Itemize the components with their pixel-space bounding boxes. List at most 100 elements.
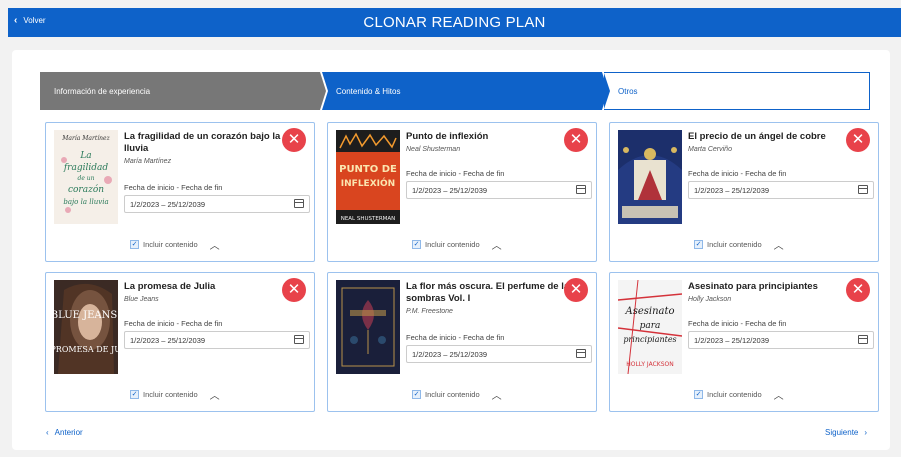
include-content-checkbox[interactable]: ✓ [412,390,421,399]
include-content-toggle: ✓ Incluir contenido ︿ [130,237,220,252]
cover-title-text: LA PROMESA DE JULIA [54,345,118,354]
date-range-field[interactable]: 1/2/2023 – 25/12/2039 [406,181,592,199]
book-title: Asesinato para principiantes Holly Jacks… [688,281,858,306]
book-cover: Asesinato para principiantes HOLLY JACKS… [618,280,682,374]
book-title: La fragilidad de un corazón bajo la lluv… [124,131,294,168]
book-title-text: La fragilidad de un corazón bajo la lluv… [124,131,281,154]
book-card: BLUE JEANS LA PROMESA DE JULIA La promes… [45,272,315,412]
date-range-label: Fecha de inicio - Fecha de fin [124,183,223,192]
svg-text:principiantes: principiantes [623,335,676,344]
include-content-label: Incluir contenido [707,240,762,249]
date-range-label: Fecha de inicio - Fecha de fin [688,319,787,328]
date-range-value: 1/2/2023 – 25/12/2039 [130,200,206,209]
include-content-toggle: ✓ Incluir contenido ︿ [412,237,502,252]
svg-text:corazón: corazón [68,184,104,195]
book-author: Holly Jackson [688,296,732,303]
remove-book-button[interactable]: ✕ [564,128,588,152]
date-range-field[interactable]: 1/2/2023 – 25/12/2039 [124,331,310,349]
calendar-icon[interactable] [294,335,304,344]
calendar-icon[interactable] [858,185,868,194]
date-range-field[interactable]: 1/2/2023 – 25/12/2039 [688,331,874,349]
svg-text:fragilidad: fragilidad [63,163,109,173]
book-title-text: La promesa de Julia [124,281,216,292]
book-card: María Martínez La fragilidad de un coraz… [45,122,315,262]
previous-label: Anterior [54,428,83,437]
date-range-label: Fecha de inicio - Fecha de fin [406,333,505,342]
book-author: María Martínez [124,158,172,165]
include-content-label: Incluir contenido [425,390,480,399]
chevron-up-icon[interactable]: ︿ [210,237,220,252]
book-title-text: Punto de inflexión [406,131,489,142]
book-title: El precio de un ángel de cobre Marta Cer… [688,131,858,156]
book-author: Blue Jeans [124,296,159,303]
svg-text:PUNTO DE: PUNTO DE [339,164,397,175]
chevron-up-icon[interactable]: ︿ [774,387,784,402]
calendar-icon[interactable] [576,349,586,358]
step-others[interactable]: Otros [604,72,870,110]
book-cover-art: María Martínez La fragilidad de un coraz… [54,130,118,224]
date-range-field[interactable]: 1/2/2023 – 25/12/2039 [124,195,310,213]
cover-author-text: HOLLY JACKSON [626,361,674,368]
svg-text:de un: de un [77,175,94,182]
include-content-checkbox[interactable]: ✓ [694,390,703,399]
calendar-icon[interactable] [576,185,586,194]
date-range-field[interactable]: 1/2/2023 – 25/12/2039 [406,345,592,363]
chevron-up-icon[interactable]: ︿ [774,237,784,252]
svg-text:La: La [79,151,91,161]
app-header: ‹ Volver CLONAR READING PLAN [8,8,901,37]
svg-text:para: para [640,321,661,331]
step-experience-info[interactable]: Información de experiencia [40,72,326,110]
cover-author-text: BLUE JEANS [54,310,117,321]
stepper: Información de experiencia Contenido & H… [40,72,870,110]
remove-book-button[interactable]: ✕ [564,278,588,302]
book-cover: María Martínez La fragilidad de un coraz… [54,130,118,224]
cover-author-text: NEAL SHUSTERMAN [341,216,396,222]
date-range-value: 1/2/2023 – 25/12/2039 [694,186,770,195]
close-icon: ✕ [569,131,583,148]
chevron-up-icon[interactable]: ︿ [492,387,502,402]
book-author: Neal Shusterman [406,146,461,153]
book-cover-art [618,130,682,224]
book-card: La flor más oscura. El perfume de las so… [327,272,597,412]
step-label: Otros [618,86,638,96]
chevron-left-icon: ‹ [46,428,49,437]
content-panel: Información de experiencia Contenido & H… [12,50,890,450]
book-cover [336,280,400,374]
remove-book-button[interactable]: ✕ [846,128,870,152]
calendar-icon[interactable] [294,199,304,208]
include-content-label: Incluir contenido [707,390,762,399]
step-label: Contenido & Hitos [336,86,401,96]
include-content-checkbox[interactable]: ✓ [694,240,703,249]
chevron-up-icon[interactable]: ︿ [210,387,220,402]
book-title-text: La flor más oscura. El perfume de las so… [406,281,575,304]
book-card: Asesinato para principiantes HOLLY JACKS… [609,272,879,412]
date-range-value: 1/2/2023 – 25/12/2039 [412,186,488,195]
chevron-up-icon[interactable]: ︿ [492,237,502,252]
cover-author-text: María Martínez [61,135,110,142]
date-range-label: Fecha de inicio - Fecha de fin [688,169,787,178]
next-label: Siguiente [825,428,859,437]
previous-button[interactable]: ‹ Anterior [46,428,83,437]
include-content-checkbox[interactable]: ✓ [130,240,139,249]
page-title: CLONAR READING PLAN [363,14,546,31]
svg-text:Asesinato: Asesinato [624,306,674,317]
include-content-checkbox[interactable]: ✓ [130,390,139,399]
date-range-value: 1/2/2023 – 25/12/2039 [130,336,206,345]
step-content-milestones[interactable]: Contenido & Hitos [322,72,608,110]
include-content-checkbox[interactable]: ✓ [412,240,421,249]
date-range-field[interactable]: 1/2/2023 – 25/12/2039 [688,181,874,199]
date-range-label: Fecha de inicio - Fecha de fin [406,169,505,178]
book-cover-art: Asesinato para principiantes HOLLY JACKS… [618,280,682,374]
include-content-toggle: ✓ Incluir contenido ︿ [694,237,784,252]
remove-book-button[interactable]: ✕ [282,278,306,302]
close-icon: ✕ [851,281,865,298]
calendar-icon[interactable] [858,335,868,344]
remove-book-button[interactable]: ✕ [282,128,306,152]
include-content-label: Incluir contenido [143,390,198,399]
next-button[interactable]: Siguiente › [825,428,867,437]
include-content-toggle: ✓ Incluir contenido ︿ [130,387,220,402]
book-cover-art: BLUE JEANS LA PROMESA DE JULIA [54,280,118,374]
remove-book-button[interactable]: ✕ [846,278,870,302]
close-icon: ✕ [287,131,301,148]
close-icon: ✕ [569,281,583,298]
